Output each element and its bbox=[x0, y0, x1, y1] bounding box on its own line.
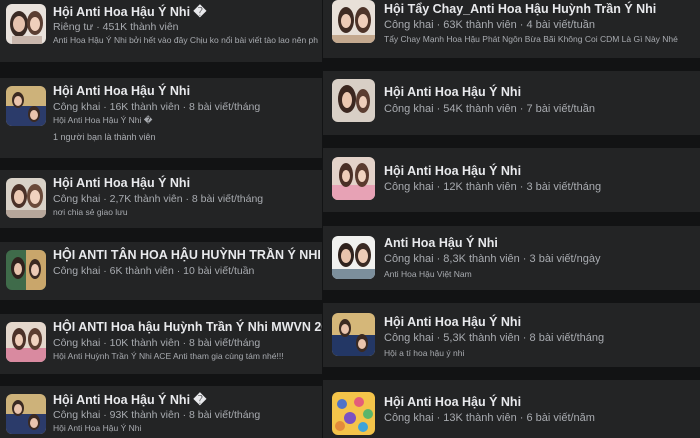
group-avatar[interactable] bbox=[6, 250, 46, 290]
group-avatar[interactable] bbox=[332, 313, 375, 356]
group-meta: Công khai · 93K thành viên · 8 bài viết/… bbox=[53, 409, 261, 421]
group-title[interactable]: HỘI ANTI Hoa hậu Huỳnh Trần Ý Nhi MWVN 2… bbox=[53, 320, 322, 334]
group-title[interactable]: Hội Anti Hoa Hậu Ý Nhi bbox=[384, 85, 521, 99]
group-title[interactable]: Hội Tẩy Chay_Anti Hoa Hậu Huỳnh Trần Ý N… bbox=[384, 2, 656, 16]
group-meta: Công khai · 13K thành viên · 6 bài viết/… bbox=[384, 412, 595, 424]
group-meta: Công khai · 5,3K thành viên · 8 bài viết… bbox=[384, 332, 605, 344]
group-meta: Công khai · 6K thành viên · 10 bài viết/… bbox=[53, 265, 255, 277]
group-description: Hội Anti Hoa Hậu Ý Nhi � bbox=[53, 115, 153, 125]
group-avatar[interactable] bbox=[6, 322, 46, 362]
group-result-card[interactable]: Hội Anti Hoa Hậu Ý Nhi Công khai · 13K t… bbox=[323, 380, 700, 438]
group-title[interactable]: Hội Anti Hoa Hậu Ý Nhi bbox=[384, 164, 521, 178]
group-meta: Công khai · 8,3K thành viên · 3 bài viết… bbox=[384, 253, 601, 265]
group-title[interactable]: Hội Anti Hoa Hậu Ý Nhi bbox=[53, 84, 190, 98]
group-description: nơi chia sẻ giao lưu bbox=[53, 207, 128, 217]
group-avatar[interactable] bbox=[332, 0, 375, 43]
group-meta: Công khai · 2,7K thành viên · 8 bài viết… bbox=[53, 193, 264, 205]
group-avatar[interactable] bbox=[332, 236, 375, 279]
group-avatar[interactable] bbox=[332, 157, 375, 200]
group-meta: Công khai · 16K thành viên · 8 bài viết/… bbox=[53, 101, 261, 113]
group-result-card[interactable]: Hội Tẩy Chay_Anti Hoa Hậu Huỳnh Trần Ý N… bbox=[323, 0, 700, 58]
group-title[interactable]: Hội Anti Hoa Hậu Ý Nhi bbox=[384, 395, 521, 409]
group-avatar[interactable] bbox=[6, 4, 46, 44]
group-result-card[interactable]: Hội Anti Hoa Hậu Ý Nhi Công khai · 5,3K … bbox=[323, 303, 700, 367]
group-result-card[interactable]: HỘI ANTI Hoa hậu Huỳnh Trần Ý Nhi MWVN 2… bbox=[0, 314, 322, 374]
group-result-card[interactable]: Hội Anti Hoa Hậu Ý Nhi Công khai · 54K t… bbox=[323, 71, 700, 135]
group-meta: Công khai · 63K thành viên · 4 bài viết/… bbox=[384, 19, 595, 31]
group-result-card[interactable]: Hội Anti Hoa Hậu Ý Nhi Công khai · 16K t… bbox=[0, 78, 322, 158]
group-meta: Công khai · 10K thành viên · 8 bài viết/… bbox=[53, 337, 261, 349]
group-result-card[interactable]: Anti Hoa Hậu Ý Nhi Công khai · 8,3K thàn… bbox=[323, 226, 700, 290]
group-title[interactable]: Hội Anti Hoa Hậu Ý Nhi � bbox=[53, 4, 206, 19]
group-avatar[interactable] bbox=[6, 178, 46, 218]
group-result-card[interactable]: HỘI ANTI TÂN HOA HẬU HUỲNH TRẦN Ý NHI MW… bbox=[0, 242, 322, 300]
group-meta: Công khai · 12K thành viên · 3 bài viết/… bbox=[384, 181, 602, 193]
group-title[interactable]: Anti Hoa Hậu Ý Nhi bbox=[384, 236, 498, 250]
group-avatar[interactable] bbox=[332, 392, 375, 435]
group-result-card[interactable]: Hội Anti Hoa Hậu Ý Nhi Công khai · 2,7K … bbox=[0, 170, 322, 228]
group-avatar[interactable] bbox=[6, 394, 46, 434]
group-description: Tẩy Chay Mạnh Hoa Hậu Phát Ngôn Bừa Bãi … bbox=[384, 34, 678, 44]
group-title[interactable]: Hội Anti Hoa Hậu Ý Nhi � bbox=[53, 392, 206, 407]
group-description: Anti Hoa Hậu Việt Nam bbox=[384, 269, 472, 279]
group-title[interactable]: Hội Anti Hoa Hậu Ý Nhi bbox=[53, 176, 190, 190]
group-result-card[interactable]: Hội Anti Hoa Hậu Ý Nhi � Công khai · 93K… bbox=[0, 386, 322, 438]
group-description: Hội Anti Hoa Hậu Ý Nhi bbox=[53, 423, 142, 433]
group-description: Anti Hoa Hậu Ý Nhi bởi hết vào đây Chịu … bbox=[53, 35, 318, 45]
group-meta: Riêng tư · 451K thành viên bbox=[53, 21, 179, 33]
group-title[interactable]: Hội Anti Hoa Hậu Ý Nhi bbox=[384, 315, 521, 329]
group-description: Hội Anti Huỳnh Trần Ý Nhi ACE Anti tham … bbox=[53, 351, 284, 361]
group-result-card[interactable]: Hội Anti Hoa Hậu Ý Nhi Công khai · 12K t… bbox=[323, 148, 700, 212]
group-description: Hội a tí hoa hậu ý nhi bbox=[384, 348, 465, 358]
friend-member-note: 1 người bạn là thành viên bbox=[53, 132, 156, 142]
group-meta: Công khai · 54K thành viên · 7 bài viết/… bbox=[384, 103, 595, 115]
group-result-card[interactable]: Hội Anti Hoa Hậu Ý Nhi � Riêng tư · 451K… bbox=[0, 0, 322, 62]
group-avatar[interactable] bbox=[332, 79, 375, 122]
group-title[interactable]: HỘI ANTI TÂN HOA HẬU HUỲNH TRẦN Ý NHI MW… bbox=[53, 248, 322, 262]
group-avatar[interactable] bbox=[6, 86, 46, 126]
